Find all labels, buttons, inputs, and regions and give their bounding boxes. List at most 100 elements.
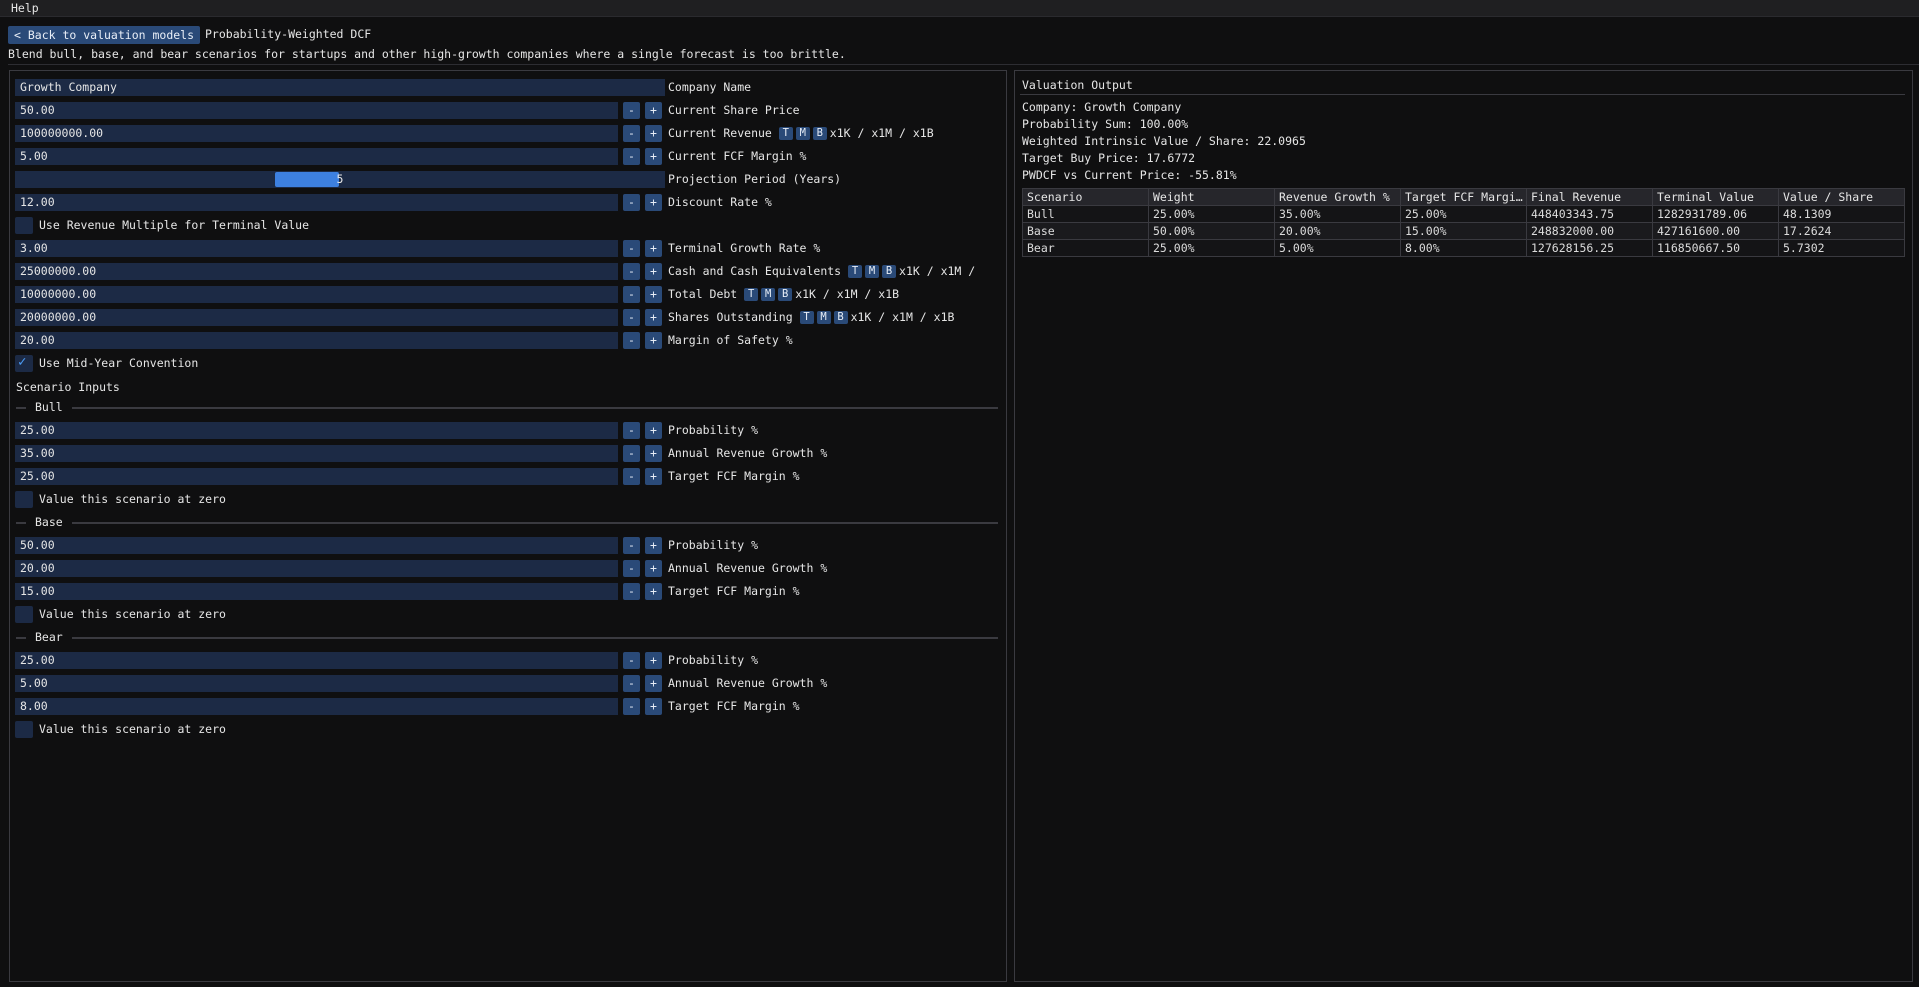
debt-increment-button[interactable]: + (645, 286, 662, 303)
revenue-thousand-chip[interactable]: T (778, 127, 793, 140)
output-probability-sum: Probability Sum: 100.00% (1022, 117, 1189, 131)
bull-margin-decrement-button[interactable]: - (623, 468, 640, 485)
revenue-multiple-checkbox[interactable] (15, 217, 33, 234)
shares-increment-button[interactable]: + (645, 309, 662, 326)
shares-million-chip[interactable]: M (816, 311, 831, 324)
column-header[interactable]: Value / Share (1778, 188, 1905, 206)
terminal-growth-decrement-button[interactable]: - (623, 240, 640, 257)
revenue-input[interactable]: 100000000.00 (15, 125, 618, 142)
cash-input[interactable]: 25000000.00 (15, 263, 618, 280)
column-header[interactable]: Scenario (1022, 188, 1149, 206)
menu-help[interactable]: Help (11, 1, 39, 15)
base-growth-decrement-button[interactable]: - (623, 560, 640, 577)
bull-margin-increment-button[interactable]: + (645, 468, 662, 485)
margin-safety-input[interactable]: 20.00 (15, 332, 618, 349)
fcf-margin-increment-button[interactable]: + (645, 148, 662, 165)
column-header[interactable]: Terminal Value (1652, 188, 1779, 206)
revenue-label: Current Revenue (668, 126, 772, 140)
debt-input[interactable]: 10000000.00 (15, 286, 618, 303)
column-header[interactable]: Final Revenue (1526, 188, 1653, 206)
bear-margin-increment-button[interactable]: + (645, 698, 662, 715)
margin-safety-increment-button[interactable]: + (645, 332, 662, 349)
shares-input[interactable]: 20000000.00 (15, 309, 618, 326)
debt-decrement-button[interactable]: - (623, 286, 640, 303)
cash-decrement-button[interactable]: - (623, 263, 640, 280)
company-name-label: Company Name (668, 80, 752, 94)
fcf-margin-input[interactable]: 5.00 (15, 148, 618, 165)
base-zero-label: Value this scenario at zero (39, 607, 226, 621)
share-price-decrement-button[interactable]: - (623, 102, 640, 119)
projection-slider[interactable]: 5 (15, 171, 665, 188)
back-to-models-button[interactable]: < Back to valuation models (8, 26, 201, 44)
header-divider (8, 64, 1919, 65)
table-cell: 25.00% (1148, 239, 1275, 257)
bear-zero-checkbox[interactable] (15, 721, 33, 738)
revenue-increment-button[interactable]: + (645, 125, 662, 142)
bear-growth-decrement-button[interactable]: - (623, 675, 640, 692)
bull-growth-decrement-button[interactable]: - (623, 445, 640, 462)
mid-year-checkbox[interactable] (15, 354, 33, 372)
base-margin-decrement-button[interactable]: - (623, 583, 640, 600)
base-margin-input[interactable]: 15.00 (15, 583, 618, 600)
base-growth-increment-button[interactable]: + (645, 560, 662, 577)
shares-suffix: x1K / x1M / x1B (850, 310, 955, 324)
margin-safety-decrement-button[interactable]: - (623, 332, 640, 349)
revenue-billion-chip[interactable]: B (812, 127, 827, 140)
base-separator (72, 522, 998, 524)
bear-growth-increment-button[interactable]: + (645, 675, 662, 692)
bear-separator (72, 637, 998, 639)
shares-thousand-chip[interactable]: T (799, 311, 814, 324)
base-zero-checkbox[interactable] (15, 606, 33, 623)
bull-growth-label: Annual Revenue Growth % (668, 446, 828, 460)
terminal-growth-input[interactable]: 3.00 (15, 240, 618, 257)
revenue-decrement-button[interactable]: - (623, 125, 640, 142)
debt-billion-chip[interactable]: B (778, 288, 793, 301)
bear-probability-input[interactable]: 25.00 (15, 652, 618, 669)
shares-decrement-button[interactable]: - (623, 309, 640, 326)
bull-margin-label: Target FCF Margin % (668, 469, 800, 483)
bear-growth-label: Annual Revenue Growth % (668, 676, 828, 690)
debt-million-chip[interactable]: M (761, 288, 776, 301)
fcf-margin-decrement-button[interactable]: - (623, 148, 640, 165)
output-weighted-value: Weighted Intrinsic Value / Share: 22.096… (1022, 134, 1306, 148)
base-probability-decrement-button[interactable]: - (623, 537, 640, 554)
column-header[interactable]: Target FCF Margi… (1400, 188, 1527, 206)
base-separator-left (16, 522, 26, 524)
debt-thousand-chip[interactable]: T (744, 288, 759, 301)
table-cell: 127628156.25 (1526, 239, 1653, 257)
shares-billion-chip[interactable]: B (833, 311, 848, 324)
bull-zero-checkbox[interactable] (15, 491, 33, 508)
company-name-input[interactable]: Growth Company (15, 79, 665, 96)
bull-margin-input[interactable]: 25.00 (15, 468, 618, 485)
cash-increment-button[interactable]: + (645, 263, 662, 280)
discount-rate-input[interactable]: 12.00 (15, 194, 618, 211)
bear-margin-decrement-button[interactable]: - (623, 698, 640, 715)
cash-million-chip[interactable]: M (865, 265, 880, 278)
bear-growth-input[interactable]: 5.00 (15, 675, 618, 692)
revenue-label-row: Current Revenue T M Bx1K / x1M / x1B (668, 125, 934, 142)
base-growth-input[interactable]: 20.00 (15, 560, 618, 577)
discount-rate-increment-button[interactable]: + (645, 194, 662, 211)
cash-thousand-chip[interactable]: T (848, 265, 863, 278)
revenue-million-chip[interactable]: M (795, 127, 810, 140)
bear-probability-decrement-button[interactable]: - (623, 652, 640, 669)
bull-growth-increment-button[interactable]: + (645, 445, 662, 462)
scenario-inputs-heading: Scenario Inputs (16, 380, 120, 394)
base-margin-increment-button[interactable]: + (645, 583, 662, 600)
discount-rate-decrement-button[interactable]: - (623, 194, 640, 211)
base-probability-increment-button[interactable]: + (645, 537, 662, 554)
bull-probability-increment-button[interactable]: + (645, 422, 662, 439)
debt-label: Total Debt (668, 287, 738, 301)
share-price-input[interactable]: 50.00 (15, 102, 618, 119)
bear-probability-increment-button[interactable]: + (645, 652, 662, 669)
bull-probability-input[interactable]: 25.00 (15, 422, 618, 439)
bull-probability-decrement-button[interactable]: - (623, 422, 640, 439)
cash-billion-chip[interactable]: B (882, 265, 897, 278)
bear-margin-input[interactable]: 8.00 (15, 698, 618, 715)
base-probability-input[interactable]: 50.00 (15, 537, 618, 554)
column-header[interactable]: Weight (1148, 188, 1275, 206)
bull-growth-input[interactable]: 35.00 (15, 445, 618, 462)
column-header[interactable]: Revenue Growth % (1274, 188, 1401, 206)
share-price-increment-button[interactable]: + (645, 102, 662, 119)
terminal-growth-increment-button[interactable]: + (645, 240, 662, 257)
